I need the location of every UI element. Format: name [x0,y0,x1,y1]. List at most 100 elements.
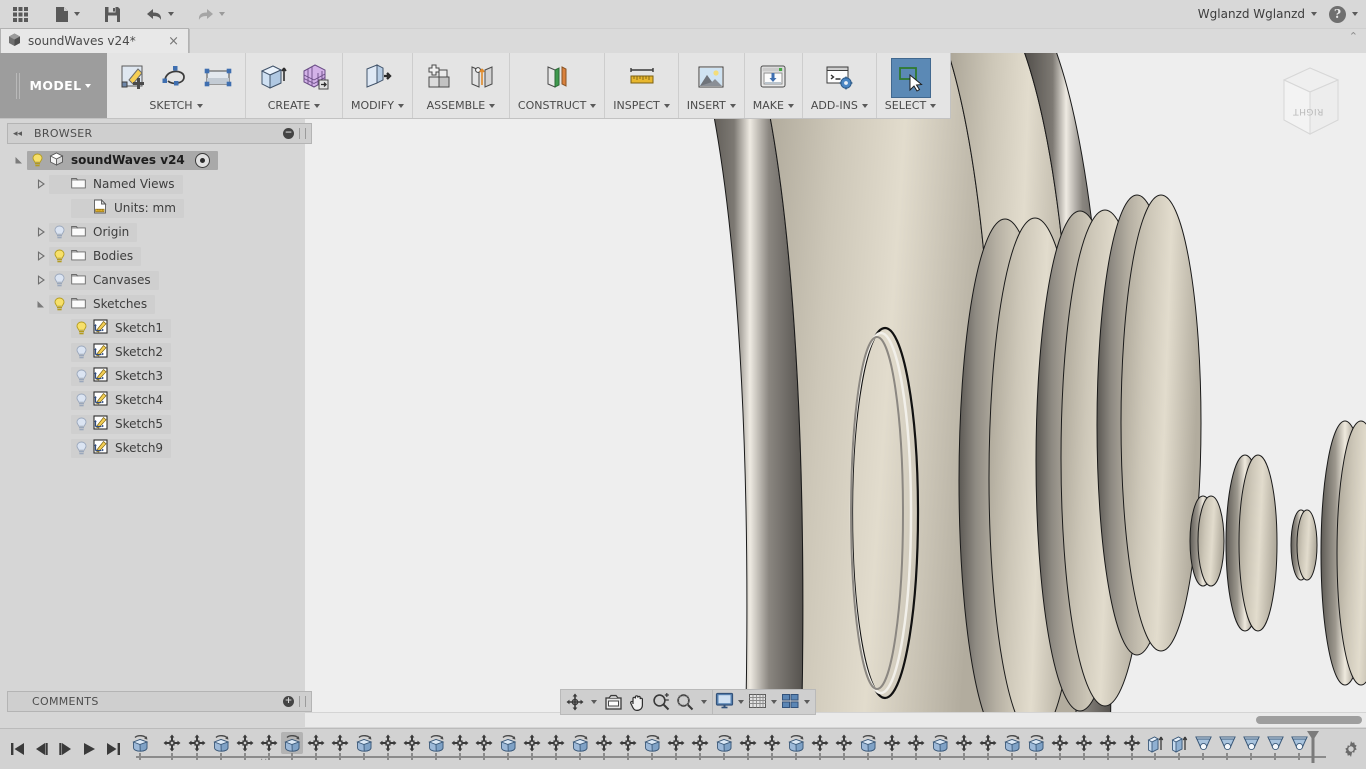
timeline-feature-loft[interactable] [1264,732,1286,765]
timeline-feature-revolve[interactable] [425,732,447,765]
viewport-horizontal-scrollbar[interactable] [305,712,1366,727]
timeline-feature-sketch[interactable] [401,732,423,765]
visibility-bulb-icon[interactable] [74,321,89,336]
tree-twisty-open-icon[interactable] [11,148,27,172]
visibility-bulb-icon[interactable] [74,417,89,432]
timeline-feature-revolve[interactable] [785,732,807,765]
extrude-icon[interactable] [254,58,292,96]
browser-tree-row[interactable]: Canvases [7,268,300,292]
create-caret-icon[interactable] [314,103,321,108]
browser-tree-row[interactable]: Sketch9 [7,436,300,460]
comments-resize-grip-icon[interactable] [299,696,306,707]
press-pull-icon[interactable] [358,58,396,96]
new-component-icon[interactable] [421,58,459,96]
tree-twisty-closed-icon[interactable] [33,220,49,244]
browser-tree-row[interactable]: soundWaves v24 [7,148,300,172]
addins-caret-icon[interactable] [861,103,868,108]
timeline-go-end-button[interactable] [102,736,124,762]
timeline-feature-sketch[interactable] [545,732,567,765]
timeline-feature-revolve[interactable] [1001,732,1023,765]
tree-twisty-open-icon[interactable] [33,292,49,316]
timeline-end-marker[interactable] [1306,730,1320,764]
insert-caret-icon[interactable] [729,103,736,108]
select-cursor-icon[interactable] [890,58,931,98]
timeline-feature-revolve[interactable] [210,732,232,765]
timeline-feature-revolve[interactable] [353,732,375,765]
browser-tree-row[interactable]: Origin [7,220,300,244]
browser-item-units-mm[interactable]: Units: mm [71,198,184,218]
3d-viewport[interactable]: RIGHT [305,53,1366,712]
display-settings-icon[interactable] [715,692,734,712]
timeline-feature-sketch[interactable] [905,732,927,765]
3d-print-icon[interactable] [754,58,792,96]
browser-item-sketch9[interactable]: Sketch9 [71,438,172,458]
make-caret-icon[interactable] [787,103,794,108]
help-icon[interactable]: ? [1329,5,1346,23]
timeline-feature-loft[interactable] [1240,732,1262,765]
tree-twisty-closed-icon[interactable] [33,244,49,268]
document-tab[interactable]: soundWaves v24* × [0,28,189,53]
grid-snap-caret-icon[interactable] [771,700,777,704]
timeline-track[interactable]: ·· [128,729,1336,769]
timeline-feature-extrude[interactable] [1168,732,1190,765]
fit-caret-icon[interactable] [701,700,707,704]
timeline-step-forward-button[interactable] [54,736,76,762]
visibility-bulb-icon[interactable] [74,369,89,384]
new-file-icon[interactable] [50,1,85,27]
visibility-bulb-icon[interactable] [52,249,67,264]
timeline-feature-revolve[interactable] [281,732,303,765]
tree-twisty-closed-icon[interactable] [33,268,49,292]
timeline-feature-sketch[interactable] [737,732,759,765]
redo-icon[interactable] [191,1,230,27]
sketch-caret-icon[interactable] [196,103,203,108]
timeline-feature-loft[interactable] [1192,732,1214,765]
timeline-feature-sketch[interactable] [161,732,183,765]
help-caret-icon[interactable] [1352,12,1358,16]
rectangle-icon[interactable] [199,58,237,96]
timeline-feature-revolve[interactable] [497,732,519,765]
timeline-feature-sketch[interactable] [305,732,327,765]
timeline-feature-sketch[interactable] [665,732,687,765]
select-caret-icon[interactable] [930,103,937,108]
display-settings-caret-icon[interactable] [738,700,744,704]
pan-icon[interactable] [626,691,649,713]
look-at-icon[interactable] [601,691,626,713]
visibility-bulb-icon[interactable] [74,345,89,360]
browser-tree-row[interactable]: Sketch4 [7,388,300,412]
add-comment-icon[interactable]: + [283,696,294,707]
timeline-feature-extrude[interactable] [1144,732,1166,765]
orbit-caret-icon[interactable] [591,700,597,704]
timeline-feature-sketch[interactable] [953,732,975,765]
orbit-icon[interactable] [563,691,587,713]
construct-caret-icon[interactable] [590,103,597,108]
timeline-feature-loft[interactable] [1216,732,1238,765]
timeline-feature-sketch[interactable] [186,732,208,765]
browser-item-sketch4[interactable]: Sketch4 [71,390,172,410]
timeline-feature-sketch[interactable] [977,732,999,765]
timeline-feature-sketch[interactable] [1121,732,1143,765]
timeline-feature-sketch[interactable] [761,732,783,765]
insert-image-icon[interactable] [692,58,730,96]
browser-resize-grip-icon[interactable] [299,128,306,139]
timeline-feature-sketch[interactable] [449,732,471,765]
browser-item-sketch1[interactable]: Sketch1 [71,318,172,338]
joint-icon[interactable] [463,58,501,96]
browser-collapse-icon[interactable]: ◂◂ [13,129,22,139]
offset-plane-icon[interactable] [538,58,576,96]
visibility-bulb-icon[interactable] [74,441,89,456]
timeline-feature-revolve[interactable] [1025,732,1047,765]
new-file-caret-icon[interactable] [74,12,80,16]
workspace-caret-icon[interactable] [85,83,92,88]
view-cube[interactable]: RIGHT [1270,58,1350,153]
browser-tree-row[interactable]: Sketches [7,292,300,316]
browser-item-sketches[interactable]: Sketches [49,294,156,314]
timeline-feature-sketch[interactable] [1049,732,1071,765]
assemble-caret-icon[interactable] [489,103,496,108]
browser-item-sketch2[interactable]: Sketch2 [71,342,172,362]
timeline-feature-revolve[interactable] [129,732,151,765]
timeline-feature-revolve[interactable] [569,732,591,765]
app-grid-icon[interactable] [7,1,34,27]
browser-tree-row[interactable]: Sketch3 [7,364,300,388]
timeline-settings-gear-icon[interactable] [1336,740,1366,758]
timeline-feature-sketch[interactable] [329,732,351,765]
